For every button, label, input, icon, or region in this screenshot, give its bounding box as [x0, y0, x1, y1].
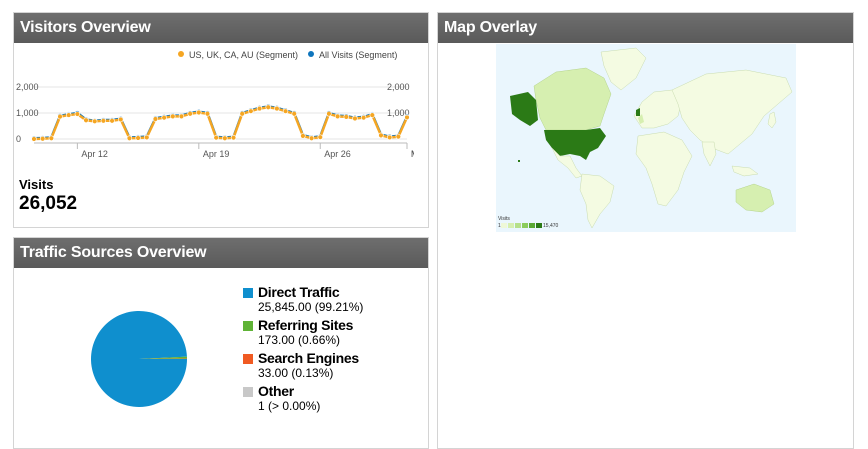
series-point: [335, 114, 340, 119]
legend-item-direct[interactable]: Direct Traffic 25,845.00 (99.21%): [243, 284, 363, 317]
series-point: [84, 118, 89, 123]
series-point: [136, 136, 141, 141]
legend-segment-us[interactable]: US, UK, CA, AU (Segment): [178, 50, 298, 60]
series-point: [266, 105, 271, 110]
series-point: [127, 136, 132, 141]
series-point: [75, 112, 80, 117]
series-point: [214, 135, 219, 140]
legend-name-search: Search Engines: [258, 350, 363, 366]
legend-value-referring: 173.00 (0.66%): [258, 333, 363, 347]
series-point: [66, 113, 71, 118]
legend-dot-blue: [308, 51, 314, 57]
series-point: [344, 115, 349, 120]
series-point: [231, 135, 236, 140]
y-tick-label: 2,000: [16, 82, 39, 92]
map-legend-max: 15,470: [543, 223, 559, 228]
series-point: [188, 111, 193, 116]
world-map-graphic: [496, 44, 796, 232]
series-point: [361, 115, 366, 120]
visits-metric-value: 26,052: [19, 193, 77, 215]
legend-name-other: Other: [258, 383, 363, 399]
series-point: [248, 109, 253, 114]
x-tick-label: Apr 12: [81, 149, 108, 159]
map-legend: Visits 1 15,470: [498, 216, 559, 228]
series-point: [274, 106, 279, 111]
legend-label-all: All Visits (Segment): [319, 50, 397, 60]
map-legend-title: Visits: [498, 216, 559, 222]
map-overlay-title: Map Overlay: [438, 13, 853, 43]
legend-dot-orange: [178, 51, 184, 57]
series-point: [179, 114, 184, 119]
map-legend-step: [515, 223, 521, 228]
series-point: [353, 116, 358, 121]
series-point: [110, 118, 115, 123]
series-point: [153, 117, 158, 122]
traffic-sources-legend: Direct Traffic 25,845.00 (99.21%) Referr…: [243, 284, 363, 416]
series-point: [257, 106, 262, 111]
series-point: [318, 135, 323, 140]
visitors-overview-title: Visitors Overview: [14, 13, 428, 43]
legend-value-direct: 25,845.00 (99.21%): [258, 300, 363, 314]
series-point: [327, 111, 332, 116]
series-point: [370, 113, 375, 118]
y-tick-label-right: 2,000: [387, 82, 410, 92]
traffic-sources-panel: Traffic Sources Overview: [13, 237, 429, 449]
series-point: [405, 115, 410, 120]
series-point: [283, 109, 288, 114]
legend-item-referring[interactable]: Referring Sites 173.00 (0.66%): [243, 317, 363, 350]
series-point: [58, 114, 63, 119]
legend-item-other[interactable]: Other 1 (> 0.00%): [243, 383, 363, 416]
series-point: [222, 136, 227, 141]
series-point: [309, 136, 314, 141]
map-legend-step: [529, 223, 535, 228]
series-point: [379, 133, 384, 138]
series-point: [40, 136, 45, 141]
legend-segment-all[interactable]: All Visits (Segment): [308, 50, 397, 60]
swatch-referring: [243, 321, 253, 331]
series-point: [32, 137, 37, 142]
map-legend-step: [522, 223, 528, 228]
swatch-direct: [243, 288, 253, 298]
series-line: [34, 107, 407, 139]
map-legend-scale: 1 15,470: [498, 223, 559, 228]
legend-name-referring: Referring Sites: [258, 317, 363, 333]
y-tick-label: 1,000: [16, 108, 39, 118]
world-map[interactable]: Visits 1 15,470: [496, 44, 796, 232]
legend-value-other: 1 (> 0.00%): [258, 399, 363, 413]
y-tick-label: 0: [16, 134, 21, 144]
traffic-sources-title: Traffic Sources Overview: [14, 238, 428, 268]
x-tick-label: M: [411, 149, 414, 159]
series-point: [301, 133, 306, 138]
series-point: [101, 118, 106, 123]
swatch-other: [243, 387, 253, 397]
series-point: [118, 117, 123, 122]
x-tick-label: Apr 26: [324, 149, 351, 159]
legend-item-search[interactable]: Search Engines 33.00 (0.13%): [243, 350, 363, 383]
swatch-search: [243, 354, 253, 364]
series-point: [240, 111, 245, 116]
map-legend-min: 1: [498, 223, 500, 228]
series-point: [49, 136, 54, 141]
series-point: [292, 111, 297, 116]
series-point: [205, 111, 210, 116]
x-tick-label: Apr 19: [203, 149, 230, 159]
map-legend-step: [536, 223, 542, 228]
legend-value-search: 33.00 (0.13%): [258, 366, 363, 380]
series-point: [92, 119, 97, 124]
map-legend-step: [501, 223, 507, 228]
map-legend-step: [508, 223, 514, 228]
series-point: [196, 110, 201, 115]
series-point: [396, 134, 401, 139]
series-point: [144, 135, 149, 140]
series-point: [387, 135, 392, 140]
visits-line-chart[interactable]: 2,0001,00002,0001,000Apr 12Apr 19Apr 26M…: [14, 75, 414, 175]
series-point: [162, 115, 167, 120]
visits-metric-label: Visits: [19, 177, 53, 192]
traffic-sources-pie[interactable]: [90, 310, 190, 410]
legend-label-us: US, UK, CA, AU (Segment): [189, 50, 298, 60]
legend-name-direct: Direct Traffic: [258, 284, 363, 300]
series-point: [170, 114, 175, 119]
series-line: [34, 107, 407, 139]
